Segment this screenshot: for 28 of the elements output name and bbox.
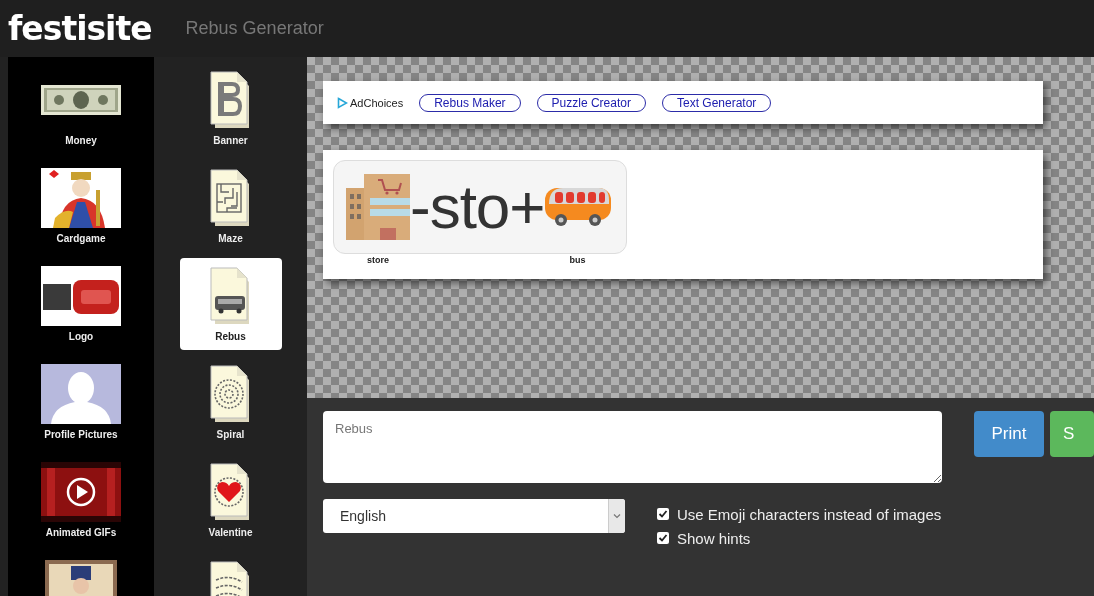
sidebar-item[interactable]: Spiral	[179, 356, 282, 448]
sidebar-item[interactable]: Valentine	[179, 454, 282, 546]
rebus-hint: bus	[569, 254, 586, 266]
store-building-icon	[346, 174, 410, 240]
sidebar-item[interactable]: Maze	[179, 160, 282, 252]
sidebar-item[interactable]: Banner	[179, 62, 282, 154]
checkbox[interactable]	[657, 532, 669, 544]
sidebar-item[interactable]: Logo	[11, 258, 151, 350]
bus-icon	[544, 186, 611, 228]
sidebar-item[interactable]: Money	[11, 62, 151, 154]
page-title: Rebus Generator	[185, 18, 324, 39]
option-label: Show hints	[677, 529, 751, 549]
rebus-text: -sto+	[410, 176, 545, 238]
sidebar-item[interactable]: Rebus	[179, 258, 282, 350]
site-logo[interactable]: festisite	[8, 9, 152, 48]
print-button[interactable]: Print	[974, 411, 1044, 457]
rebus-input[interactable]: Rebus	[323, 411, 942, 483]
adchoices-link[interactable]: AdChoices	[337, 96, 404, 109]
caret-icon	[613, 513, 621, 519]
sidebar-item[interactable]: Profile Pictures	[11, 356, 151, 448]
option-label: Use Emoji characters instead of images	[677, 505, 942, 525]
language-select[interactable]: English	[323, 499, 625, 533]
sidebar-item[interactable]: Cardgame	[11, 160, 151, 252]
checkbox[interactable]	[657, 508, 669, 520]
sidebar-item[interactable]: Animated GIFs	[11, 454, 151, 546]
adchoices-label: AdChoices	[350, 96, 404, 109]
play-icon	[337, 96, 348, 109]
rebus-hint: store	[367, 254, 389, 266]
